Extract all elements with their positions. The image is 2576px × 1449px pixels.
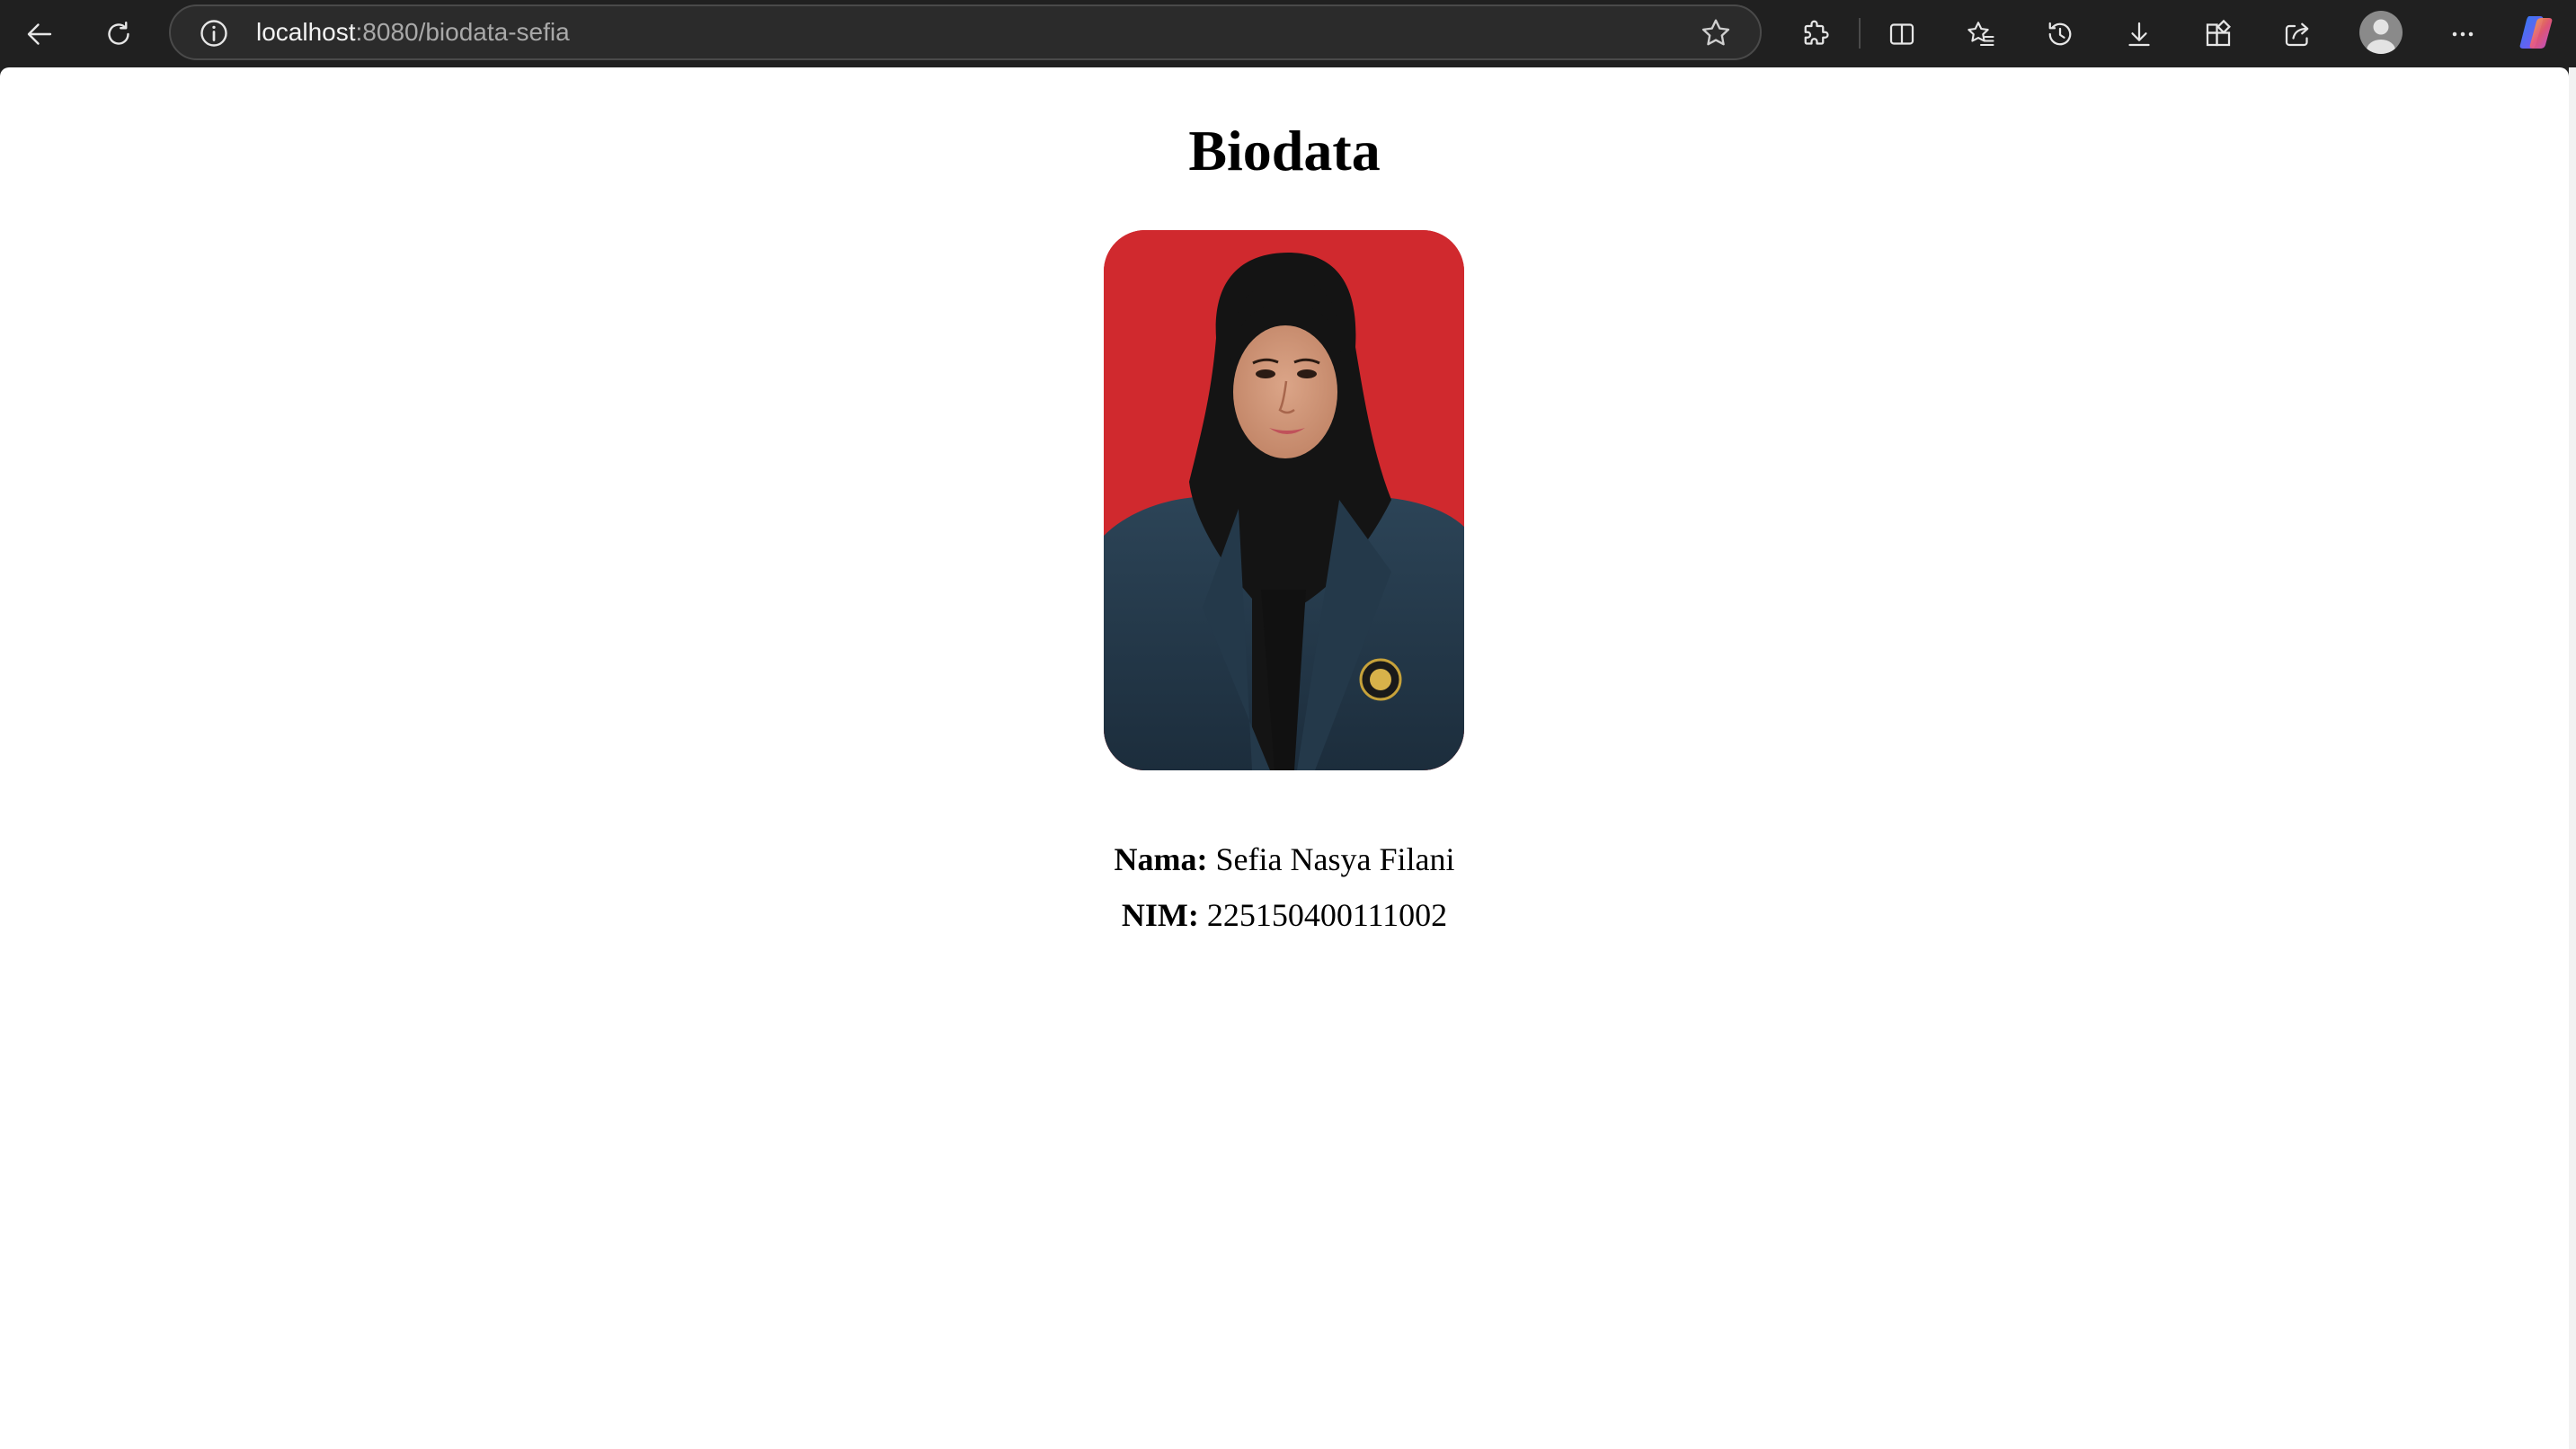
history-button[interactable] [2037,11,2083,58]
refresh-icon [108,22,129,45]
url-text[interactable]: localhost:8080/biodata-sefia [256,6,570,58]
name-label: Nama: [1114,841,1208,877]
profile-photo [1104,230,1464,770]
apps-button[interactable] [2195,11,2242,58]
nim-label: NIM: [1121,897,1199,933]
name-value: Sefia Nasya Filani [1215,841,1455,877]
more-options-button[interactable] [2439,11,2486,58]
site-info-icon[interactable] [198,17,230,49]
history-icon [2048,22,2072,46]
apps-icon [2206,19,2231,47]
nim-row: NIM: 225150400111002 [0,899,2569,931]
name-row: Nama: Sefia Nasya Filani [0,843,2569,876]
split-screen-button[interactable] [1879,11,1925,58]
extensions-icon [1804,20,1829,45]
window-edge [2569,67,2576,1449]
downloads-icon [2128,22,2150,47]
favorite-star-icon[interactable] [1699,16,1733,50]
nim-value: 225150400111002 [1206,897,1448,933]
favorites-button[interactable] [1958,11,2004,58]
page-title: Biodata [1188,119,1381,182]
downloads-button[interactable] [2116,11,2163,58]
more-options-icon [2452,31,2474,37]
back-arrow-icon [27,23,52,45]
profile-avatar-icon[interactable] [2359,11,2403,54]
copilot-icon[interactable] [2517,13,2556,52]
extensions-button[interactable] [1792,11,1839,58]
split-screen-icon [1889,23,1914,45]
share-icon [2285,22,2309,47]
share-button[interactable] [2274,11,2321,58]
url-host: localhost [256,18,356,46]
address-bar[interactable]: localhost:8080/biodata-sefia [169,4,1762,60]
back-button[interactable] [16,11,63,58]
refresh-button[interactable] [95,11,142,58]
url-path: :8080/biodata-sefia [355,18,570,46]
toolbar-separator [1859,18,1861,49]
browser-toolbar: localhost:8080/biodata-sefia [0,0,2576,67]
favorites-icon [1968,22,1994,47]
